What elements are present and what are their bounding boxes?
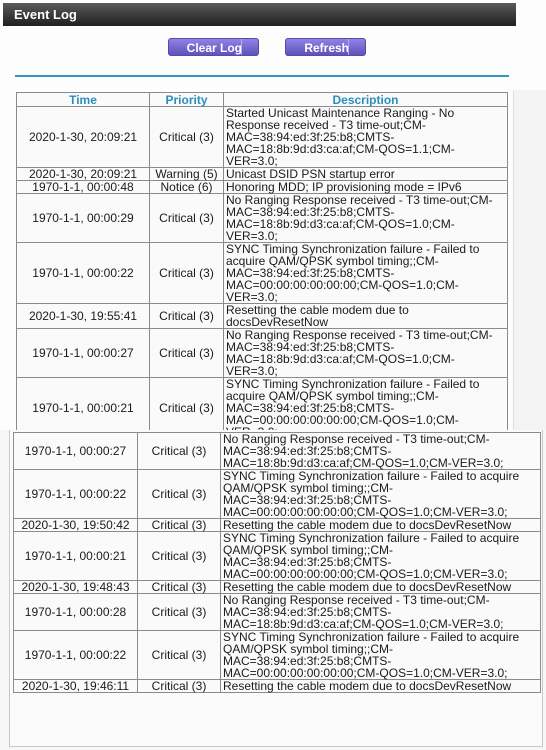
event-time: 1970-1-1, 00:00:21 bbox=[13, 531, 138, 581]
table-row: 1970-1-1, 00:00:22 Critical (3) SYNC Timin… bbox=[13, 630, 541, 680]
event-priority: Notice (6) bbox=[149, 180, 224, 194]
table-header-row: Time Priority Description bbox=[16, 92, 508, 107]
event-description: SYNC Timing Synchronization failure - Fa… bbox=[220, 469, 541, 519]
event-time: 1970-1-1, 00:00:28 bbox=[13, 593, 138, 631]
event-time: 1970-1-1, 00:00:22 bbox=[16, 242, 150, 304]
event-priority: Critical (3) bbox=[149, 242, 224, 304]
refresh-button[interactable]: Refresh bbox=[285, 38, 366, 56]
event-log-table: Time Priority Description 2020-1-30, 20:… bbox=[16, 92, 508, 430]
event-description: Honoring MDD; IP provisioning mode = IPv… bbox=[223, 180, 508, 194]
event-priority: Critical (3) bbox=[137, 630, 221, 680]
event-description: SYNC Timing Synchronization failure - Fa… bbox=[220, 630, 541, 680]
table-row: 1970-1-1, 00:00:21 Critical (3) SYNC Timin… bbox=[16, 377, 508, 430]
event-description: Started Unicast Maintenance Ranging - No… bbox=[223, 106, 508, 168]
event-priority: Critical (3) bbox=[137, 432, 221, 470]
table-row: 2020-1-30, 19:46:11 Critical (3) Resetting… bbox=[13, 679, 541, 693]
table-row: 2020-1-30, 19:48:43 Critical (3) Resetting… bbox=[13, 580, 541, 594]
column-header-description[interactable]: Description bbox=[223, 92, 508, 107]
table-row: 1970-1-1, 00:00:27 Critical (3) No Ranging… bbox=[13, 432, 541, 470]
event-priority: Critical (3) bbox=[137, 469, 221, 519]
button-divider bbox=[241, 39, 242, 55]
event-time: 1970-1-1, 00:00:29 bbox=[16, 193, 150, 243]
event-time: 1970-1-1, 00:00:27 bbox=[13, 432, 138, 470]
table-row: 1970-1-1, 00:00:22 Critical (3) SYNC Timin… bbox=[13, 469, 541, 519]
clear-log-label: Clear Log bbox=[186, 41, 242, 55]
table-row: 1970-1-1, 00:00:22 Critical (3) SYNC Timin… bbox=[16, 242, 508, 304]
event-log-panel-continued: 1970-1-1, 00:00:27 Critical (3) No Ranging… bbox=[0, 430, 546, 750]
divider-line bbox=[15, 75, 509, 77]
event-description: No Ranging Response received - T3 time-o… bbox=[220, 593, 541, 631]
column-header-priority[interactable]: Priority bbox=[149, 92, 224, 107]
event-priority: Critical (3) bbox=[149, 303, 224, 329]
table-row: 1970-1-1, 00:00:21 Critical (3) SYNC Timin… bbox=[13, 531, 541, 581]
toolbar: Clear Log Refresh bbox=[0, 38, 546, 58]
event-description: Resetting the cable modem due to docsDev… bbox=[220, 580, 541, 594]
event-time: 1970-1-1, 00:00:48 bbox=[16, 180, 150, 194]
column-header-time[interactable]: Time bbox=[16, 92, 150, 107]
event-description: SYNC Timing Synchronization failure - Fa… bbox=[220, 531, 541, 581]
page-title: Event Log bbox=[3, 3, 516, 26]
event-log-panel: Event Log Clear Log Refresh Time Priorit… bbox=[0, 0, 546, 430]
event-priority: Warning (5) bbox=[149, 167, 224, 181]
event-description: Unicast DSID PSN startup error bbox=[223, 167, 508, 181]
table-row: 2020-1-30, 20:09:21 Critical (3) Started U… bbox=[16, 106, 508, 168]
event-description: Resetting the cable modem due to docsDev… bbox=[220, 518, 541, 532]
table-row: 2020-1-30, 20:09:21 Warning (5) Unicast DS… bbox=[16, 167, 508, 181]
event-time: 2020-1-30, 19:55:41 bbox=[16, 303, 150, 329]
event-priority: Critical (3) bbox=[149, 106, 224, 168]
event-time: 1970-1-1, 00:00:22 bbox=[13, 630, 138, 680]
event-description: No Ranging Response received - T3 time-o… bbox=[223, 328, 508, 378]
clear-log-button[interactable]: Clear Log bbox=[168, 38, 259, 56]
button-divider bbox=[348, 39, 349, 55]
scrollbar[interactable] bbox=[513, 90, 546, 430]
event-time: 2020-1-30, 20:09:21 bbox=[16, 106, 150, 168]
table-row: 1970-1-1, 00:00:48 Notice (6) Honoring MDD… bbox=[16, 180, 508, 194]
event-time: 2020-1-30, 19:50:42 bbox=[13, 518, 138, 532]
event-log-table-continued: 1970-1-1, 00:00:27 Critical (3) No Ranging… bbox=[13, 432, 541, 693]
event-time: 1970-1-1, 00:00:21 bbox=[16, 377, 150, 430]
event-priority: Critical (3) bbox=[137, 679, 221, 693]
event-priority: Critical (3) bbox=[137, 593, 221, 631]
refresh-label: Refresh bbox=[304, 41, 349, 55]
table-row: 1970-1-1, 00:00:28 Critical (3) No Ranging… bbox=[13, 593, 541, 631]
event-priority: Critical (3) bbox=[149, 328, 224, 378]
table-row: 2020-1-30, 19:50:42 Critical (3) Resetting… bbox=[13, 518, 541, 532]
table-row: 1970-1-1, 00:00:27 Critical (3) No Ranging… bbox=[16, 328, 508, 378]
event-priority: Critical (3) bbox=[137, 580, 221, 594]
event-priority: Critical (3) bbox=[149, 377, 224, 430]
event-time: 1970-1-1, 00:00:27 bbox=[16, 328, 150, 378]
event-time: 2020-1-30, 20:09:21 bbox=[16, 167, 150, 181]
event-description: Resetting the cable modem due to docsDev… bbox=[220, 679, 541, 693]
event-time: 2020-1-30, 19:48:43 bbox=[13, 580, 138, 594]
event-priority: Critical (3) bbox=[137, 518, 221, 532]
event-description: SYNC Timing Synchronization failure - Fa… bbox=[223, 377, 508, 430]
event-priority: Critical (3) bbox=[137, 531, 221, 581]
event-time: 1970-1-1, 00:00:22 bbox=[13, 469, 138, 519]
event-description: No Ranging Response received - T3 time-o… bbox=[223, 193, 508, 243]
table-row: 2020-1-30, 19:55:41 Critical (3) Resetting… bbox=[16, 303, 508, 329]
event-description: Resetting the cable modem due to docsDev… bbox=[223, 303, 508, 329]
table-row: 1970-1-1, 00:00:29 Critical (3) No Ranging… bbox=[16, 193, 508, 243]
event-description: SYNC Timing Synchronization failure - Fa… bbox=[223, 242, 508, 304]
event-priority: Critical (3) bbox=[149, 193, 224, 243]
event-description: No Ranging Response received - T3 time-o… bbox=[220, 432, 541, 470]
event-time: 2020-1-30, 19:46:11 bbox=[13, 679, 138, 693]
